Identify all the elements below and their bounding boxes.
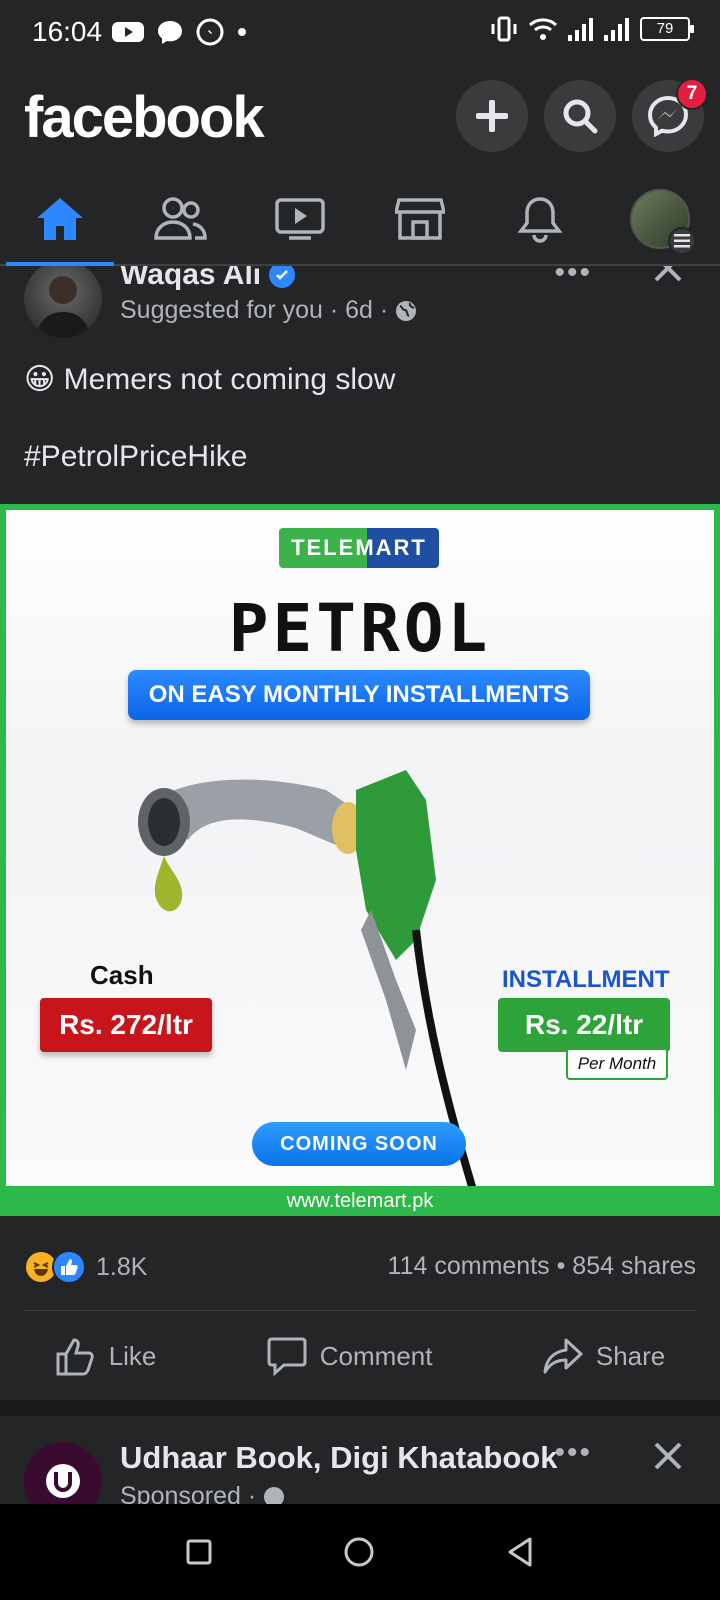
avatar[interactable] (24, 1442, 102, 1504)
tab-marketplace[interactable] (360, 174, 480, 264)
youtube-icon (112, 22, 144, 42)
signal-icon (568, 18, 593, 41)
search-icon (563, 99, 598, 134)
store-icon (395, 198, 445, 240)
comment-label: Comment (319, 1340, 433, 1371)
post-actions: Like Comment Share (0, 1312, 720, 1400)
comment-button[interactable]: Comment (266, 1336, 433, 1376)
ad-creative: TELEMART PETROL ON EASY MONTHLY INSTALLM… (6, 510, 714, 1186)
share-label: Share (595, 1340, 666, 1371)
globe-icon (396, 300, 417, 321)
bell-icon (517, 197, 563, 243)
battery-icon: 79 (640, 17, 694, 41)
vibrate-icon (491, 16, 517, 42)
plus-icon (476, 100, 508, 132)
installment-label: INSTALLMENT (502, 966, 670, 993)
friends-icon (154, 197, 207, 240)
create-button[interactable] (456, 80, 528, 152)
system-nav-bar (0, 1504, 720, 1600)
recents-icon[interactable] (185, 1538, 213, 1566)
cash-price: Rs. 272/ltr (40, 998, 212, 1052)
comment-icon (267, 1337, 307, 1376)
more-options-icon[interactable]: ••• (554, 1436, 592, 1470)
chat-bubble-icon (158, 21, 182, 44)
post-text: 😀 Memers not coming slow (24, 360, 395, 400)
facebook-logo[interactable]: facebook (24, 84, 265, 151)
feed-post: Waqas Ali Suggested for you · 6d · ••• 😀… (0, 266, 720, 1400)
globe-icon (264, 1486, 285, 1504)
feed-post: Udhaar Book, Digi Khatabook Sponsored · … (0, 1416, 720, 1504)
ad-url: www.telemart.pk (286, 1190, 434, 1212)
dot-icon (238, 28, 246, 36)
like-button[interactable]: Like (55, 1336, 157, 1376)
share-icon (543, 1338, 583, 1374)
coming-soon-badge: COMING SOON (252, 1122, 466, 1166)
cash-label: Cash (90, 960, 154, 990)
like-label: Like (108, 1340, 157, 1371)
brand-logo: TELEMART (279, 528, 439, 568)
status-time: 16:04 (32, 16, 103, 47)
post-meta-text: Suggested for you · 6d · (120, 296, 389, 324)
system-icons: 79 (490, 16, 694, 42)
tab-watch[interactable] (240, 174, 360, 264)
like-reaction-icon (52, 1250, 86, 1284)
more-options-icon[interactable]: ••• (554, 266, 592, 290)
avatar[interactable] (24, 266, 102, 338)
hashtag-link[interactable]: #PetrolPriceHike (24, 440, 247, 474)
installment-price: Rs. 22/ltr (498, 998, 670, 1052)
profile-avatar (630, 189, 696, 255)
like-icon (56, 1338, 94, 1376)
back-icon[interactable] (505, 1536, 535, 1568)
grinning-emoji: 😀 (24, 363, 56, 396)
tab-menu[interactable] (600, 174, 720, 264)
signal-icon (604, 18, 629, 41)
close-icon[interactable] (652, 1440, 684, 1477)
ad-subtitle: ON EASY MONTHLY INSTALLMENTS (128, 670, 590, 720)
post-meta: Suggested for you · 6d · (120, 296, 418, 325)
app-header: facebook 7 (0, 66, 720, 174)
video-icon (275, 198, 325, 240)
engagement-counts[interactable]: 114 comments • 854 shares (388, 1252, 696, 1281)
divider (24, 1310, 696, 1311)
tab-home[interactable] (0, 174, 120, 266)
tab-friends[interactable] (120, 174, 240, 264)
home-nav-icon[interactable] (343, 1536, 375, 1568)
feed-separator (0, 1400, 720, 1416)
search-button[interactable] (544, 80, 616, 152)
messenger-button[interactable]: 7 (632, 78, 708, 152)
ad-title: PETROL (228, 590, 492, 667)
share-button[interactable]: Share (542, 1336, 665, 1376)
close-icon[interactable] (652, 266, 684, 289)
notification-icons (112, 18, 248, 46)
nav-tabs (0, 174, 720, 266)
sponsored-label: Sponsored · (120, 1482, 257, 1504)
reaction-count: 1.8K (96, 1252, 148, 1281)
status-bar: 16:04 79 (0, 0, 720, 66)
reaction-summary[interactable]: 1.8K (24, 1250, 147, 1284)
per-month-label: Per Month (566, 1050, 668, 1080)
messenger-icon (196, 18, 224, 46)
verified-icon (269, 266, 296, 288)
author-name[interactable]: Waqas Ali (120, 266, 261, 292)
post-meta: Sponsored · (120, 1482, 286, 1504)
home-icon (37, 198, 83, 240)
post-image[interactable]: TELEMART PETROL ON EASY MONTHLY INSTALLM… (0, 504, 720, 1216)
messenger-badge: 7 (676, 78, 708, 110)
post-author[interactable]: Waqas Ali (120, 266, 296, 292)
post-text-body: Memers not coming slow (63, 363, 396, 396)
menu-icon (668, 227, 696, 255)
wifi-icon (528, 18, 558, 40)
post-author[interactable]: Udhaar Book, Digi Khatabook (120, 1440, 557, 1476)
tab-notifications[interactable] (480, 174, 600, 264)
